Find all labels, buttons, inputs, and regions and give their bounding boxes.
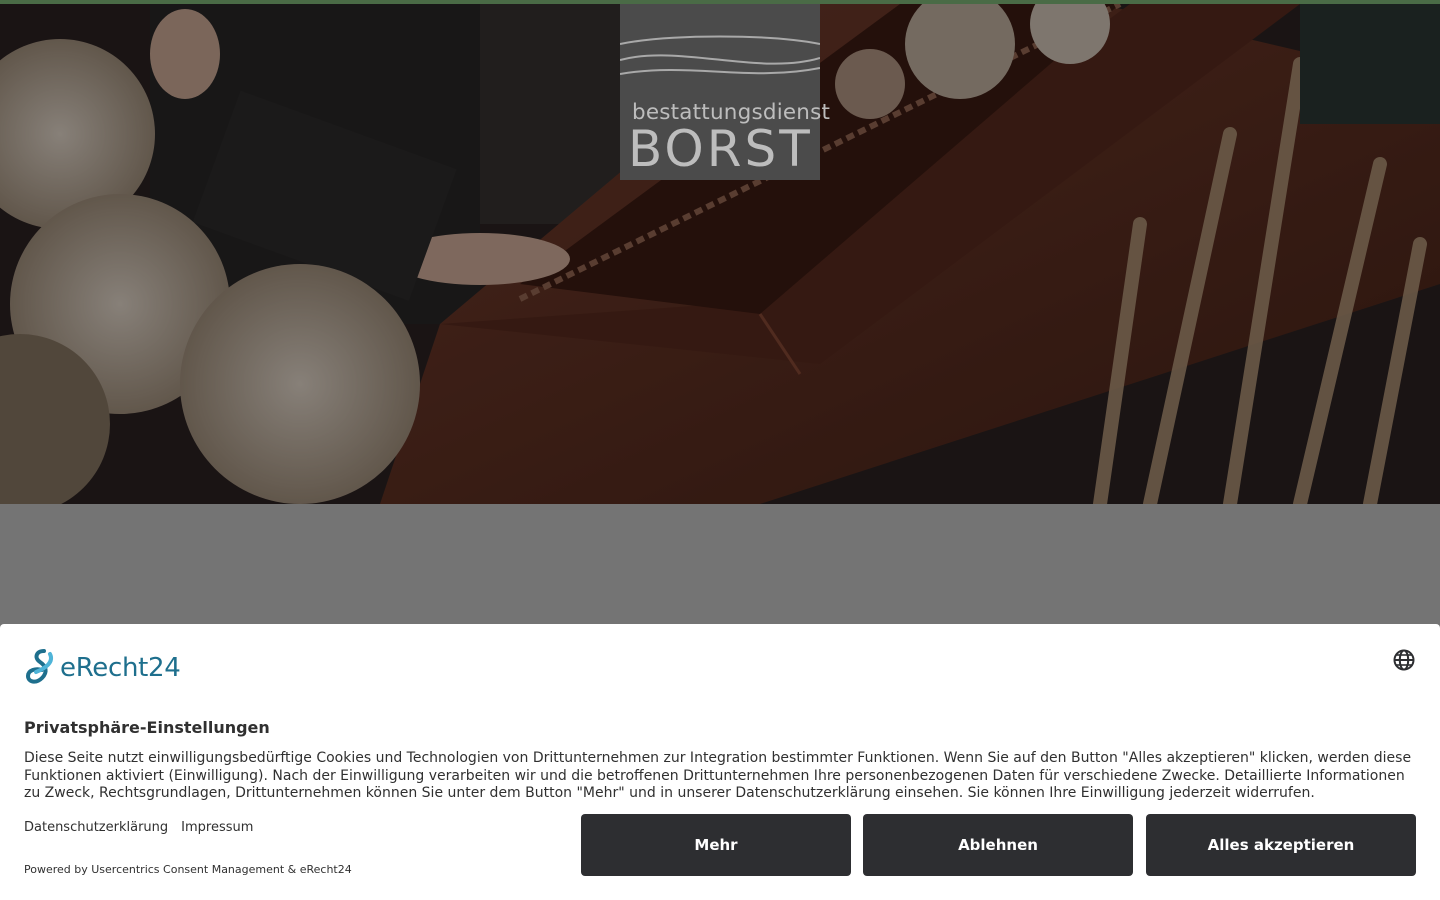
powered-by-text: Powered by Usercentrics Consent Manageme… (24, 863, 352, 876)
logo-wave-graphic (619, 35, 821, 75)
consent-title: Privatsphäre-Einstellungen (24, 718, 270, 737)
erecht24-brand: eRecht24 (24, 648, 181, 688)
imprint-link[interactable]: Impressum (181, 820, 253, 835)
globe-icon[interactable] (1392, 648, 1416, 672)
company-logo[interactable]: bestattungsdienst BORST (619, 4, 830, 180)
consent-links: Datenschutzerklärung Impressum (24, 820, 253, 835)
consent-description: Diese Seite nutzt einwilligungsbedürftig… (24, 750, 1412, 801)
erecht24-logo-icon (25, 649, 53, 684)
logo-line-big: BORST (628, 120, 813, 178)
privacy-policy-link[interactable]: Datenschutzerklärung (24, 820, 168, 835)
erecht24-brand-text: eRecht24 (60, 653, 181, 683)
decline-button[interactable]: Ablehnen (863, 814, 1133, 876)
accept-all-button[interactable]: Alles akzeptieren (1146, 814, 1416, 876)
more-button[interactable]: Mehr (581, 814, 851, 876)
